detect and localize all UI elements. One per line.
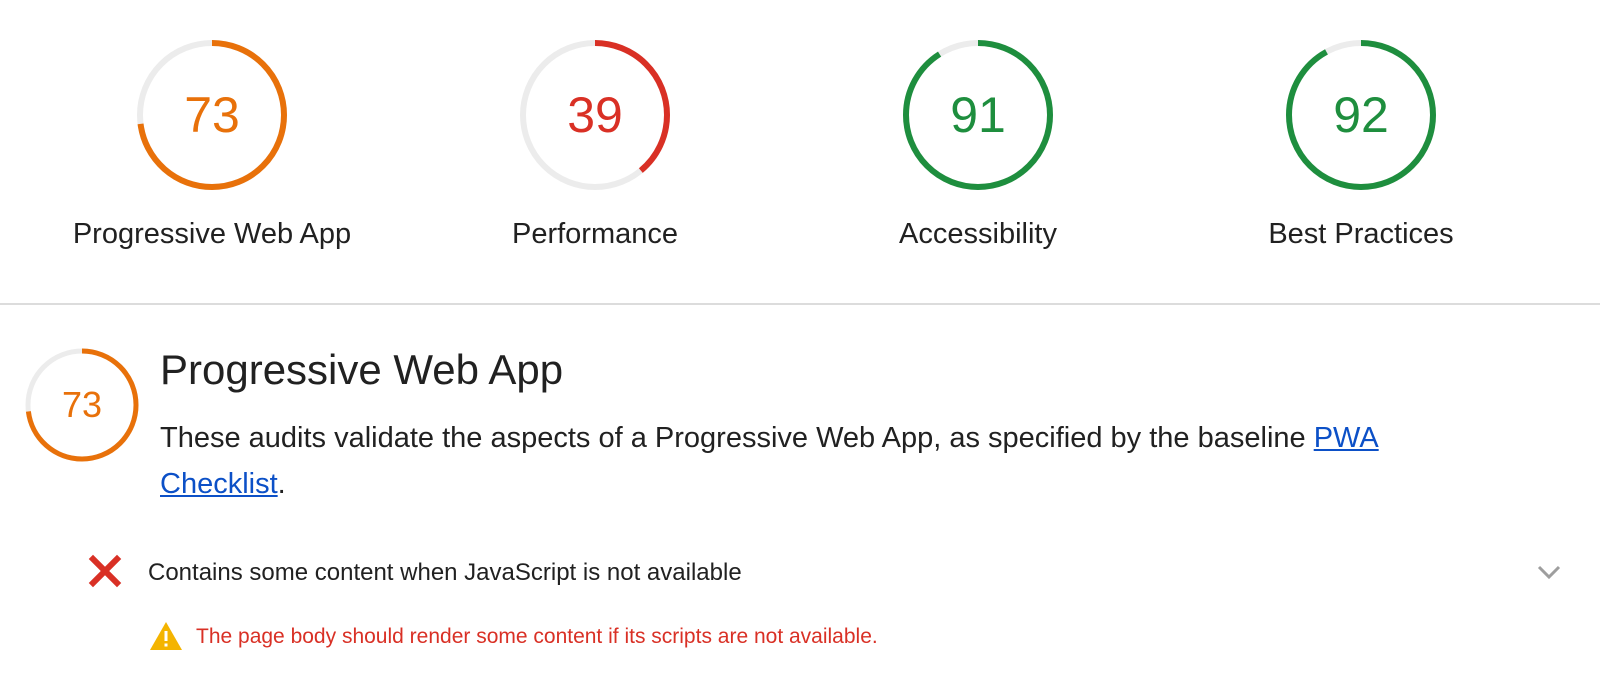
gauge-label: Best Practices (1268, 218, 1454, 250)
gauge-label: Progressive Web App (72, 218, 352, 250)
gauge-ring: 73 (135, 38, 289, 192)
gauge-score: 91 (950, 87, 1006, 143)
gauge-score: 39 (567, 87, 623, 143)
section-divider (0, 303, 1600, 305)
gauge-progressive-web-app[interactable]: 73 Progressive Web App (52, 38, 372, 251)
gauge-ring: 39 (518, 38, 672, 192)
category-score-gauge: 73 (24, 347, 140, 463)
chevron-down-icon[interactable] (1535, 560, 1563, 584)
audit-row-no-js-content[interactable]: Contains some content when JavaScript is… (0, 552, 1600, 602)
fail-x-icon (88, 554, 122, 588)
category-description-end: . (277, 468, 286, 500)
gauge-accessibility[interactable]: 91 Accessibility (818, 38, 1138, 251)
score-gauges: 73 Progressive Web App 39 Performance 91… (0, 0, 1600, 305)
gauge-ring: 91 (901, 38, 1055, 192)
category-description-text: These audits validate the aspects of a P… (160, 422, 1314, 454)
gauge-label: Accessibility (899, 218, 1057, 250)
gauge-best-practices[interactable]: 92 Best Practices (1201, 38, 1521, 251)
gauge-score: 92 (1333, 87, 1389, 143)
audit-title: Contains some content when JavaScript is… (148, 559, 742, 586)
category-description: These audits validate the aspects of a P… (160, 415, 1460, 507)
category-title: Progressive Web App (160, 346, 564, 393)
gauge-ring: 92 (1284, 38, 1438, 192)
category-score: 73 (61, 384, 103, 425)
warning-text: The page body should render some content… (196, 625, 878, 648)
gauge-score: 73 (184, 87, 240, 143)
warning-triangle-icon (150, 622, 182, 650)
gauge-label: Performance (511, 218, 678, 250)
gauge-performance[interactable]: 39 Performance (435, 38, 755, 251)
